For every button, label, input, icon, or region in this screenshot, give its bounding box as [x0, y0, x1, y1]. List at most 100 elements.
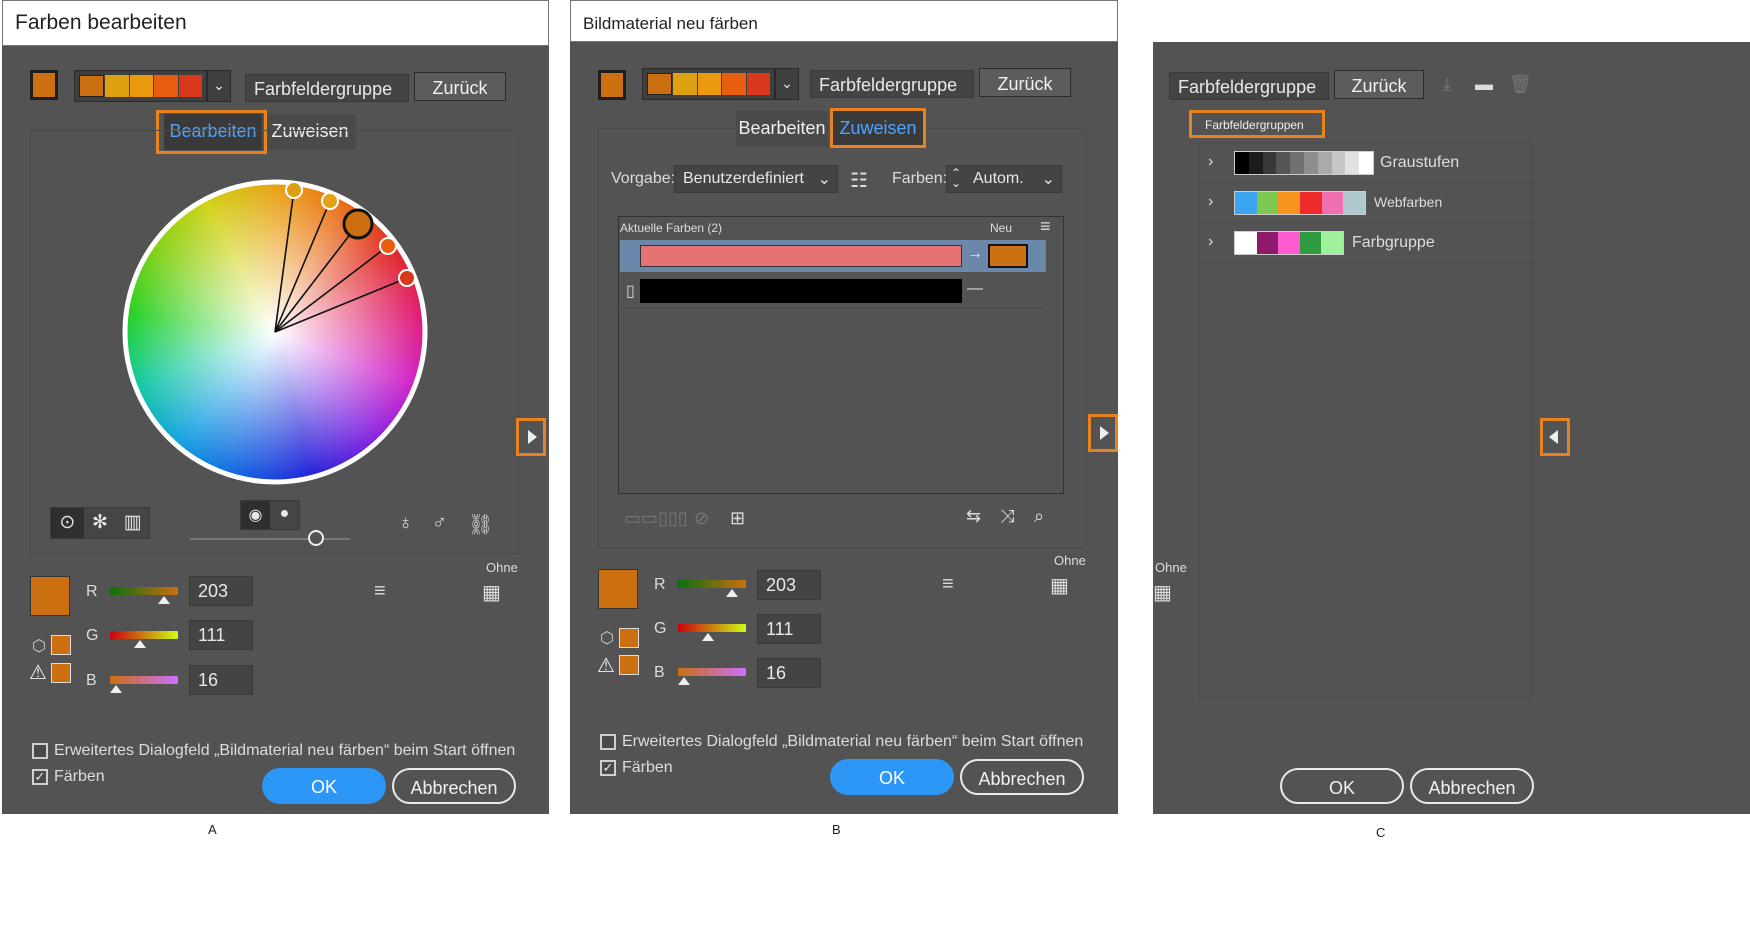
chevron-right-icon[interactable]: ›: [1208, 233, 1213, 251]
color-wheel[interactable]: [120, 175, 430, 489]
color-bars-icon[interactable]: ▥: [116, 508, 149, 538]
swatch-chip[interactable]: [1345, 152, 1360, 174]
swatch-group-row[interactable]: › Graustufen: [1200, 143, 1532, 183]
b-value-field[interactable]: 16: [757, 658, 821, 688]
active-color-swatch[interactable]: [30, 70, 58, 100]
swatch-chip[interactable]: [1235, 232, 1257, 254]
swatch-chip[interactable]: [1321, 232, 1343, 254]
show-brightness-icon[interactable]: ●: [270, 501, 299, 529]
color-library-icon[interactable]: ▦: [482, 580, 501, 605]
brightness-slider-thumb[interactable]: [308, 530, 324, 546]
swatch-chip[interactable]: [1256, 232, 1279, 254]
cancel-button[interactable]: Abbrechen: [960, 759, 1084, 795]
extended-dialog-checkbox[interactable]: [32, 743, 48, 759]
r-slider[interactable]: [678, 580, 746, 588]
b-value-field[interactable]: 16: [189, 665, 253, 695]
chevron-right-icon[interactable]: ›: [1208, 193, 1213, 211]
swatch-chip[interactable]: [1276, 152, 1291, 174]
save-group-icon[interactable]: ⤓: [1443, 74, 1451, 95]
b-slider[interactable]: [110, 676, 178, 684]
r-slider[interactable]: [110, 587, 178, 595]
randomly-change-saturation-icon[interactable]: ⤨: [1000, 506, 1014, 527]
ok-button[interactable]: OK: [830, 759, 954, 795]
add-color-tool-icon[interactable]: ♁: [398, 512, 413, 535]
g-value-field[interactable]: 111: [757, 614, 821, 644]
back-button[interactable]: Zurück: [979, 68, 1071, 97]
harmony-colors-strip[interactable]: [74, 70, 207, 102]
b-slider-thumb[interactable]: [110, 685, 122, 693]
warning-icon[interactable]: ⚠: [597, 653, 615, 678]
collapse-panel-button[interactable]: [1540, 418, 1570, 456]
swatch-chip[interactable]: [1235, 152, 1249, 174]
web-safe-swatch[interactable]: [51, 635, 71, 655]
back-button[interactable]: Zurück: [414, 72, 506, 101]
swatch-group-field[interactable]: Farbfeldergruppe: [1169, 72, 1329, 100]
tab-edit[interactable]: Bearbeiten: [736, 111, 828, 147]
back-button[interactable]: Zurück: [1334, 70, 1424, 99]
cancel-button[interactable]: Abbrechen: [1410, 768, 1534, 804]
find-icon[interactable]: ⌕: [1034, 506, 1044, 527]
gamut-swatch[interactable]: [619, 655, 639, 675]
g-value-field[interactable]: 111: [189, 620, 253, 650]
swatch-chip[interactable]: [1299, 232, 1322, 254]
r-value-field[interactable]: 203: [757, 570, 821, 600]
remove-color-tool-icon[interactable]: ♂: [432, 512, 447, 535]
g-slider[interactable]: [110, 631, 178, 639]
ok-button[interactable]: OK: [1280, 768, 1404, 804]
gamut-swatch[interactable]: [51, 663, 71, 683]
out-of-gamut-cube-icon[interactable]: ⬡: [32, 636, 46, 656]
menu-icon[interactable]: ≡: [1040, 216, 1051, 237]
warning-icon[interactable]: ⚠: [29, 660, 47, 685]
swatch-group-row[interactable]: › Webfarben: [1200, 183, 1532, 223]
harmony-marker[interactable]: [398, 269, 416, 287]
harmony-dropdown-button[interactable]: ⌄: [207, 70, 231, 102]
stepper-icon[interactable]: ⌃ ⌄: [951, 167, 961, 189]
out-of-gamut-cube-icon[interactable]: ⬡: [600, 628, 614, 648]
g-slider-thumb[interactable]: [134, 640, 146, 648]
swatch-chip[interactable]: [1278, 232, 1300, 254]
expand-panel-button[interactable]: [516, 418, 546, 456]
swatch-group-field[interactable]: Farbfeldergruppe: [245, 74, 409, 102]
swatch-chip[interactable]: [1256, 192, 1279, 214]
arrow-right-icon[interactable]: →: [967, 245, 983, 263]
extended-dialog-checkbox[interactable]: [600, 734, 616, 750]
preset-dropdown[interactable]: Benutzerdefiniert ⌄: [674, 165, 838, 193]
show-saturation-icon[interactable]: ◉: [241, 501, 270, 529]
g-slider[interactable]: [678, 624, 746, 632]
active-color-swatch[interactable]: [598, 70, 626, 100]
harmony-colors-strip[interactable]: [642, 68, 775, 100]
swatch-chip[interactable]: [1303, 152, 1318, 174]
color-group-icon[interactable]: ▯: [626, 281, 635, 301]
r-slider-thumb[interactable]: [158, 596, 170, 604]
recolor-checkbox[interactable]: ✓: [32, 769, 48, 785]
swatch-chip[interactable]: [1331, 152, 1346, 174]
trash-icon[interactable]: 🗑: [1509, 74, 1532, 95]
harmony-marker[interactable]: [379, 237, 397, 255]
expand-panel-button[interactable]: [1088, 414, 1118, 452]
harmony-base-marker[interactable]: [342, 208, 374, 240]
chevron-right-icon[interactable]: ›: [1208, 153, 1213, 171]
b-slider-thumb[interactable]: [678, 677, 690, 685]
swatch-chip[interactable]: [1300, 192, 1322, 214]
web-safe-swatch[interactable]: [619, 628, 639, 648]
separate-colors-icon[interactable]: ▯▯▯: [658, 508, 688, 529]
swatch-chip[interactable]: [1321, 192, 1344, 214]
current-color-bar[interactable]: [640, 279, 962, 303]
color-library-icon[interactable]: ▦: [1153, 580, 1172, 605]
new-row-icon[interactable]: ⊞: [730, 508, 745, 529]
swatch-chip[interactable]: [1317, 152, 1332, 174]
folder-icon[interactable]: ▬: [1475, 74, 1493, 95]
swatch-chip[interactable]: [1278, 192, 1301, 214]
r-value-field[interactable]: 203: [189, 576, 253, 606]
smooth-wheel-icon[interactable]: ⊙: [51, 508, 84, 538]
cancel-button[interactable]: Abbrechen: [392, 768, 516, 804]
menu-icon[interactable]: ≡: [942, 573, 954, 596]
colors-dropdown[interactable]: ⌃ ⌄ Autom. ⌄: [946, 165, 1062, 193]
swatch-chip[interactable]: [1235, 192, 1257, 214]
color-library-icon[interactable]: ▦: [1050, 573, 1069, 598]
exclude-colors-icon[interactable]: ⊘: [694, 508, 709, 529]
swatch-group-field[interactable]: Farbfeldergruppe: [810, 70, 974, 98]
current-color-bar[interactable]: [640, 245, 962, 267]
swatch-chip[interactable]: [1248, 152, 1263, 174]
r-slider-thumb[interactable]: [726, 589, 738, 597]
